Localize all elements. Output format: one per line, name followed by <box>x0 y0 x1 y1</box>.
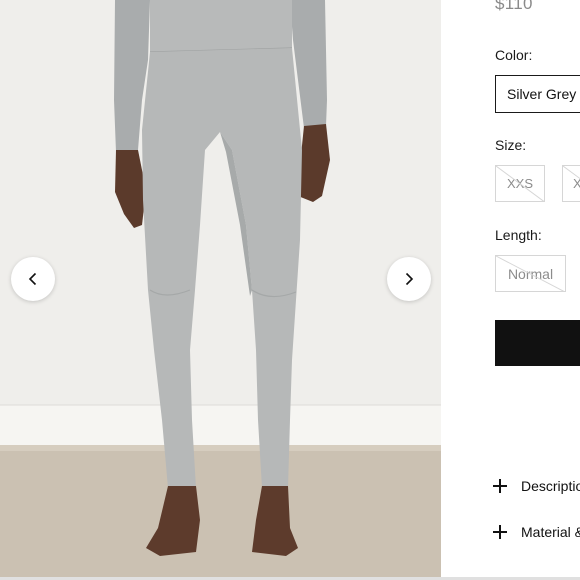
product-details-panel: $110 Color: Silver Grey Size: XXS X Leng… <box>441 0 580 580</box>
gallery-next-button[interactable] <box>387 257 431 301</box>
plus-icon <box>493 479 507 493</box>
accordion-material-label: Material & <box>521 524 580 540</box>
product-price: $110 <box>495 0 533 13</box>
size-label: Size: <box>495 137 527 153</box>
unavailable-slash-icon <box>496 256 565 291</box>
unavailable-slash-icon <box>496 166 544 201</box>
add-to-bag-button[interactable] <box>495 320 580 366</box>
unavailable-slash-icon <box>563 166 580 180</box>
chevron-right-icon <box>405 272 414 286</box>
size-option-xxs[interactable]: XXS <box>495 165 545 202</box>
length-option-normal[interactable]: Normal <box>495 255 566 292</box>
color-label: Color: <box>495 47 533 63</box>
accordion-description-label: Descriptio <box>521 478 580 494</box>
product-photo <box>0 0 441 580</box>
size-option-xs[interactable]: X <box>562 165 580 202</box>
plus-icon <box>493 525 507 539</box>
gallery-prev-button[interactable] <box>11 257 55 301</box>
length-label: Length: <box>495 227 542 243</box>
accordion-description[interactable]: Descriptio <box>493 478 580 494</box>
product-gallery <box>0 0 441 580</box>
color-select[interactable]: Silver Grey <box>495 75 580 113</box>
accordion-material[interactable]: Material & <box>493 524 580 540</box>
chevron-left-icon <box>28 272 37 286</box>
